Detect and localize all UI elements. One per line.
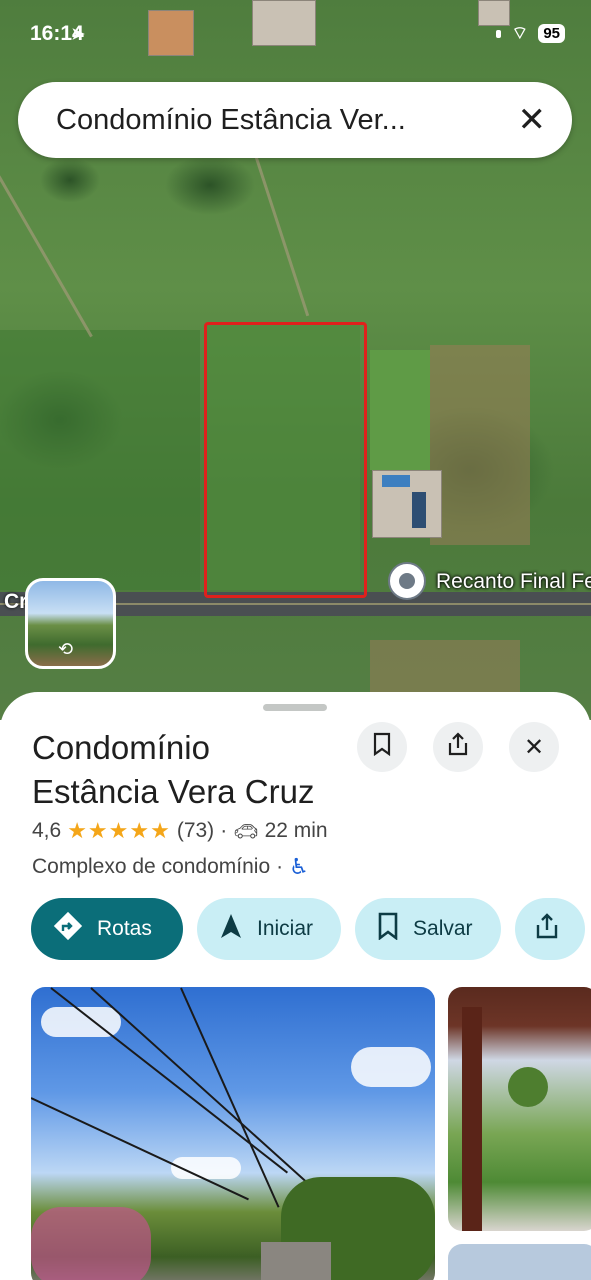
pool	[382, 475, 410, 487]
porch-photo[interactable]	[448, 987, 591, 1231]
start-label: Iniciar	[257, 917, 314, 940]
separator: ·	[220, 819, 228, 842]
drive-time: 22 min	[264, 819, 328, 842]
pin-label[interactable]: Recanto Final Fe	[436, 570, 591, 594]
search-bar[interactable]: Condomínio Estância Ver... ✕	[18, 82, 572, 158]
location-arrow-icon: ➤	[71, 26, 85, 43]
tree	[508, 1067, 548, 1107]
directions-button[interactable]: Rotas	[31, 898, 183, 960]
status-bar: 16:14 ➤ ⌔ 95	[30, 22, 565, 50]
street-photo[interactable]	[31, 987, 435, 1280]
place-category: Complexo de condomínio	[32, 855, 271, 878]
place-sheet[interactable]: Condomínio Estância Vera Cruz ✕ 4,6 ★★★★…	[0, 692, 591, 1280]
share-chip-button[interactable]	[514, 898, 585, 960]
directions-label: Rotas	[97, 917, 152, 940]
pillar	[462, 1007, 482, 1231]
bookmark-button[interactable]	[357, 722, 407, 772]
separator: ·	[276, 855, 284, 878]
drag-handle[interactable]	[263, 704, 327, 711]
wheelchair-icon: ♿︎	[289, 854, 309, 879]
property-outline	[204, 322, 367, 598]
close-icon: ✕	[523, 733, 545, 761]
share-icon	[447, 731, 469, 764]
category-row: Complexo de condomínio · ♿︎	[32, 854, 309, 880]
photo-thumbnail[interactable]	[448, 1244, 591, 1280]
place-title: Condomínio Estância Vera Cruz	[32, 726, 352, 814]
field-right	[370, 350, 430, 470]
flowering-bush	[31, 1207, 151, 1280]
action-chips: Rotas Iniciar Salvar	[31, 898, 585, 960]
share-button[interactable]	[433, 722, 483, 772]
battery-level: 95	[538, 24, 565, 43]
cloud	[351, 1047, 431, 1087]
star-rating-icon: ★★★★★	[67, 818, 171, 843]
save-label: Salvar	[413, 917, 473, 940]
dirt-patch	[430, 345, 530, 545]
place-title-line1: Condomínio	[32, 729, 210, 766]
navigation-arrow-icon	[219, 912, 243, 947]
directions-icon	[53, 911, 83, 948]
rating-row[interactable]: 4,6 ★★★★★ (73) · 🚗︎ 22 min	[32, 818, 328, 844]
map-edge-label: Cr	[4, 590, 28, 613]
street	[261, 1242, 331, 1280]
share-icon	[535, 912, 559, 947]
signal-dot-icon	[496, 29, 502, 38]
car-icon: 🚗︎	[233, 820, 259, 843]
rotate-360-icon: ⟲	[58, 639, 74, 659]
start-button[interactable]: Iniciar	[197, 898, 342, 960]
field-left	[0, 330, 200, 590]
power-line	[31, 1097, 249, 1201]
review-count[interactable]: (73)	[177, 819, 214, 843]
rating-value: 4,6	[32, 819, 62, 842]
solar-panel	[412, 492, 426, 528]
dirt-path-2	[0, 162, 93, 338]
street-view-thumbnail[interactable]: ⟲	[25, 578, 116, 669]
close-button[interactable]: ✕	[509, 722, 559, 772]
map-pin-icon[interactable]	[388, 562, 426, 600]
save-button[interactable]: Salvar	[355, 898, 501, 960]
bookmark-icon	[377, 912, 399, 947]
dirt-path	[253, 153, 310, 317]
place-title-line2: Estância Vera Cruz	[32, 773, 315, 810]
search-query[interactable]: Condomínio Estância Ver...	[56, 104, 406, 137]
bookmark-icon	[372, 732, 392, 763]
dirt-patch-south	[370, 640, 520, 700]
clear-search-icon[interactable]: ✕	[518, 100, 547, 140]
wifi-icon: ⌔	[511, 23, 529, 43]
